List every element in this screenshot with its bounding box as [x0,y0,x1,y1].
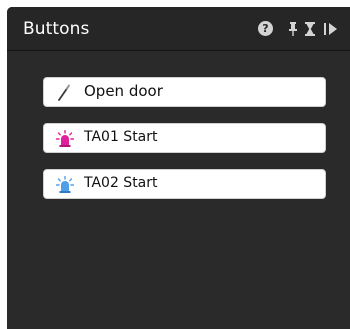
alarm-light-icon [56,130,74,147]
buttons-panel: Buttons ? Open door TA01 Start TA02 Star… [7,7,350,329]
panel-titlebar: Buttons ? [7,7,350,51]
wand-icon [58,84,70,101]
help-icon[interactable]: ? [258,21,273,36]
hourglass-icon[interactable] [305,21,315,37]
panel-title: Buttons [23,19,90,39]
alarm-light-icon [56,176,74,193]
ta01-start-button[interactable]: TA01 Start [43,123,326,153]
open-door-label: Open door [84,82,163,100]
ta02-start-button[interactable]: TA02 Start [43,169,326,199]
open-door-button[interactable]: Open door [43,77,326,107]
pin-icon[interactable] [288,21,298,37]
ta01-start-label: TA01 Start [84,129,158,145]
collapse-icon[interactable] [323,21,339,37]
ta02-start-label: TA02 Start [84,175,158,191]
